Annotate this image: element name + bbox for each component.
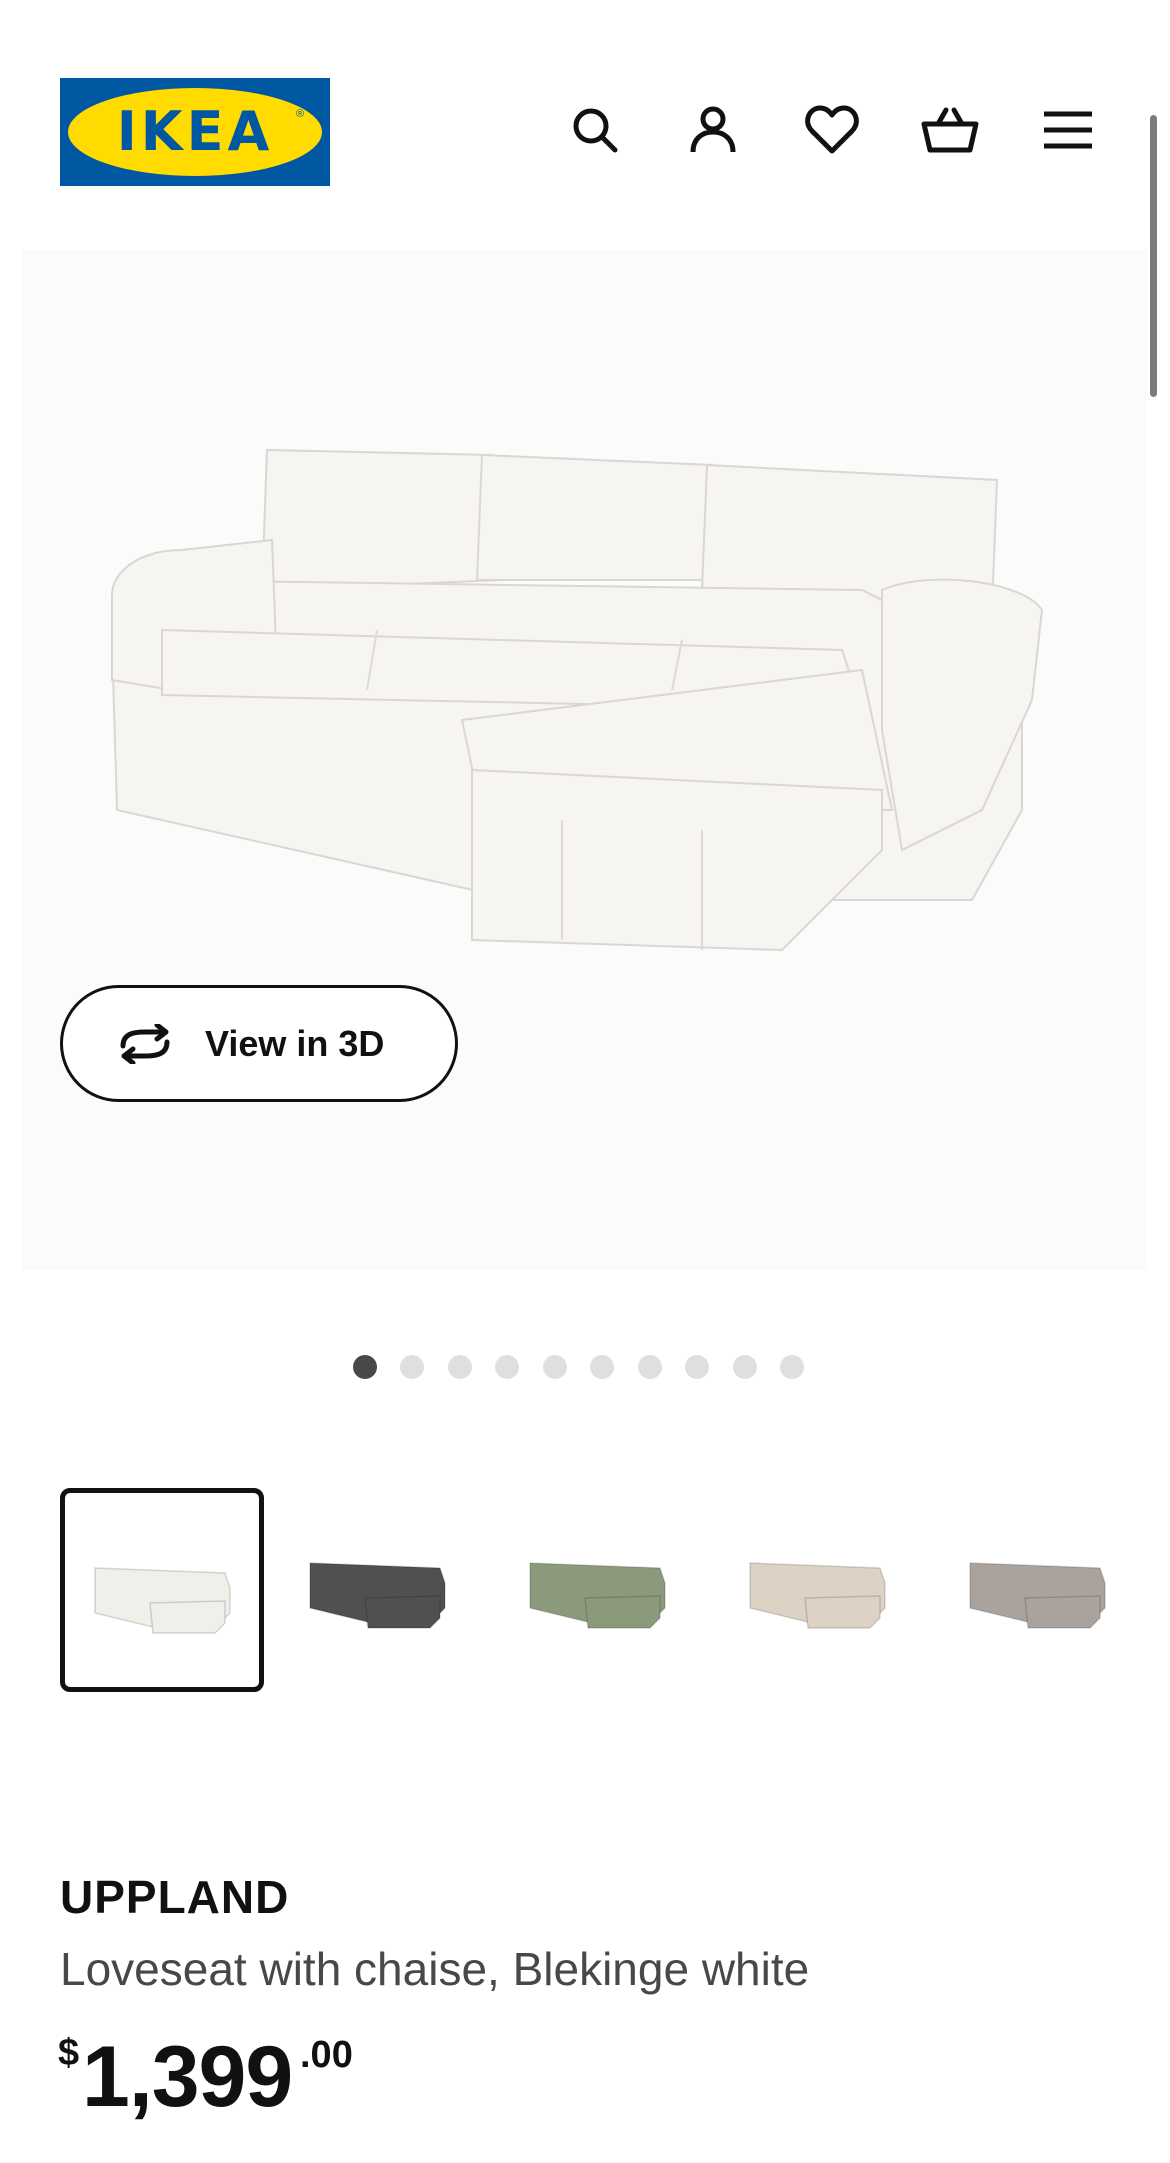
site-header: IKEA ® bbox=[0, 0, 1170, 230]
variant-sofa-image bbox=[529, 1562, 666, 1629]
heart-icon[interactable] bbox=[802, 100, 862, 160]
carousel-dot[interactable] bbox=[543, 1355, 567, 1379]
carousel-dot[interactable] bbox=[638, 1355, 662, 1379]
carousel-dot[interactable] bbox=[448, 1355, 472, 1379]
carousel-dot[interactable] bbox=[590, 1355, 614, 1379]
view-in-3d-label: View in 3D bbox=[205, 1022, 385, 1064]
logo-text: IKEA bbox=[116, 100, 274, 163]
rotate-3d-icon bbox=[120, 1023, 170, 1064]
carousel-dot[interactable] bbox=[495, 1355, 519, 1379]
variant-thumbnail[interactable] bbox=[720, 1488, 924, 1692]
product-name: UPPLAND bbox=[60, 1871, 290, 1923]
carousel-dot[interactable] bbox=[400, 1355, 424, 1379]
variant-sofa-image bbox=[969, 1562, 1106, 1629]
price-currency: $ bbox=[58, 2032, 80, 2074]
carousel-dot[interactable] bbox=[780, 1355, 804, 1379]
variant-thumbnail[interactable] bbox=[940, 1488, 1144, 1692]
product-image[interactable] bbox=[22, 250, 1147, 1270]
variant-sofa-image bbox=[309, 1562, 446, 1629]
sofa-illustration bbox=[110, 448, 1044, 952]
view-in-3d-button[interactable]: View in 3D bbox=[60, 985, 458, 1102]
variant-thumbnail[interactable] bbox=[500, 1488, 704, 1692]
variant-thumbnail[interactable] bbox=[60, 1488, 264, 1692]
page-scrollbar[interactable] bbox=[1150, 115, 1157, 397]
variant-sofa-image bbox=[749, 1562, 886, 1629]
carousel-dot[interactable] bbox=[353, 1355, 377, 1379]
variant-sofa-image bbox=[94, 1567, 231, 1634]
price-cents: .00 bbox=[300, 2034, 353, 2076]
logo-registered-mark: ® bbox=[296, 108, 305, 120]
carousel-dot[interactable] bbox=[685, 1355, 709, 1379]
menu-icon[interactable] bbox=[1038, 100, 1098, 160]
account-icon[interactable] bbox=[683, 100, 743, 160]
carousel-dot[interactable] bbox=[733, 1355, 757, 1379]
price-amount: 1,399 bbox=[82, 2029, 293, 2125]
ikea-logo[interactable]: IKEA ® bbox=[60, 78, 330, 186]
search-icon[interactable] bbox=[565, 100, 625, 160]
basket-icon[interactable] bbox=[920, 100, 980, 160]
carousel-dots bbox=[0, 1355, 1170, 1385]
product-description: Loveseat with chaise, Blekinge white bbox=[60, 1943, 810, 1995]
variant-thumbnail[interactable] bbox=[280, 1488, 484, 1692]
